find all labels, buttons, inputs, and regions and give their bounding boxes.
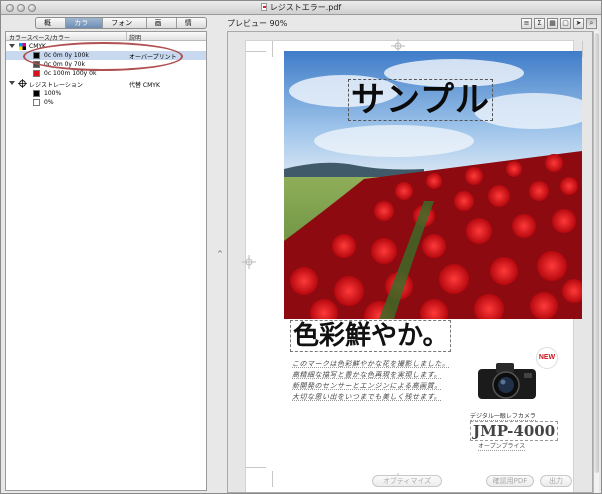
- description-column-header[interactable]: 説明: [129, 33, 141, 42]
- color-swatch: [33, 70, 40, 77]
- optimize-button[interactable]: オブティマイズ: [372, 475, 442, 487]
- camera-category-text: デジタル一眼レフカメラ: [470, 413, 536, 421]
- cmyk-icon: [19, 43, 26, 50]
- color-row[interactable]: 0%: [6, 98, 206, 107]
- pdf-file-icon: [260, 3, 267, 11]
- preview-toolbar: ≡ Σ ▦ ▢ ➤ ⌕: [521, 18, 597, 29]
- group-description: 代替 CMYK: [129, 82, 160, 89]
- pdf-page: サンプル 色彩鮮やか。 このマークは色彩鮮やかな花を撮影しました。 高精細な描写…: [242, 39, 583, 492]
- preview-button-bar: オブティマイズ 確認用PDF 出力: [254, 473, 574, 489]
- preview-label: プレビュー 90%: [227, 19, 288, 28]
- output-button[interactable]: 出力: [540, 475, 572, 487]
- color-label: 100%: [44, 90, 62, 97]
- color-list[interactable]: カラースペース/カラー 説明 CMYK 0c 0m 0y 100k オーバープリ…: [5, 31, 207, 491]
- registration-mark-icon: [18, 79, 27, 88]
- arrow-icon[interactable]: ➤: [573, 18, 584, 29]
- titlebar: レジストエラー.pdf: [1, 1, 601, 15]
- subhead-text: 色彩鮮やか。: [290, 320, 452, 352]
- body-line: 新開発のセンサーとエンジンによる高画質。: [292, 382, 442, 390]
- group-label: レジストレーション: [29, 82, 83, 89]
- window-title-text: レジストエラー.pdf: [269, 3, 342, 12]
- pdf-preview[interactable]: サンプル 色彩鮮やか。 このマークは色彩鮮やかな花を撮影しました。 高精細な描写…: [227, 31, 593, 493]
- group-row-registration[interactable]: レジストレーション 代替 CMYK: [6, 79, 206, 89]
- zoom-icon[interactable]: ⌕: [586, 18, 597, 29]
- tab-summary[interactable]: 概要: [36, 18, 67, 28]
- tab-fonts[interactable]: フォント: [103, 18, 147, 28]
- color-label: 0%: [44, 99, 54, 106]
- grid-icon[interactable]: ▦: [547, 18, 558, 29]
- tab-colors[interactable]: カラー: [66, 18, 104, 28]
- color-swatch: [33, 99, 40, 106]
- tab-images[interactable]: 画像: [147, 18, 177, 28]
- color-row[interactable]: 100%: [6, 89, 206, 98]
- left-pane: 概要 カラー フォント 画像 情報 カラースペース/カラー 説明: [5, 17, 207, 493]
- color-label: 0c 100m 100y 0k: [44, 70, 97, 77]
- annotation-callout-ellipse: [23, 42, 183, 71]
- color-swatch: [33, 90, 40, 97]
- camera-model-text: JMP-4000: [470, 421, 559, 441]
- column-header: カラースペース/カラー 説明: [6, 32, 206, 42]
- headline-text: サンプル: [348, 79, 493, 121]
- sigma-icon[interactable]: Σ: [534, 18, 545, 29]
- camera-price-text: オープンプライス: [478, 443, 526, 451]
- body-line: このマークは色彩鮮やかな花を撮影しました。: [292, 360, 450, 368]
- registration-mark-icon: [242, 255, 256, 269]
- window-title: レジストエラー.pdf: [1, 2, 601, 13]
- app-window: レジストエラー.pdf 概要 カラー フォント 画像 情報 カラースペース/カラ…: [0, 0, 602, 494]
- body-line: 高精細な描写と豊かな色再現を実現します。: [292, 371, 442, 379]
- camera-image: [478, 363, 536, 399]
- stack-icon[interactable]: ≡: [521, 18, 532, 29]
- page-icon[interactable]: ▢: [560, 18, 571, 29]
- disclosure-triangle-icon[interactable]: [9, 81, 15, 85]
- body-text-block: このマークは色彩鮮やかな花を撮影しました。 高精細な描写と豊かな色再現を実現しま…: [292, 359, 450, 403]
- collapse-arrow-icon[interactable]: ^: [217, 250, 223, 258]
- body-line: 大切な思い出をいつまでも美しく残せます。: [292, 393, 442, 401]
- disclosure-triangle-icon[interactable]: [9, 44, 15, 48]
- scroll-thumb[interactable]: [594, 33, 599, 473]
- tab-bar: 概要 カラー フォント 画像 情報: [35, 17, 207, 29]
- colorspace-column-header[interactable]: カラースペース/カラー: [9, 33, 70, 42]
- right-pane: プレビュー 90% ≡ Σ ▦ ▢ ➤ ⌕ サンプル 色彩鮮やか。 このマークは…: [223, 17, 599, 493]
- new-badge: NEW: [536, 347, 558, 369]
- tab-info[interactable]: 情報: [177, 18, 206, 28]
- preview-scrollbar[interactable]: [593, 31, 599, 493]
- proof-pdf-button[interactable]: 確認用PDF: [486, 475, 534, 487]
